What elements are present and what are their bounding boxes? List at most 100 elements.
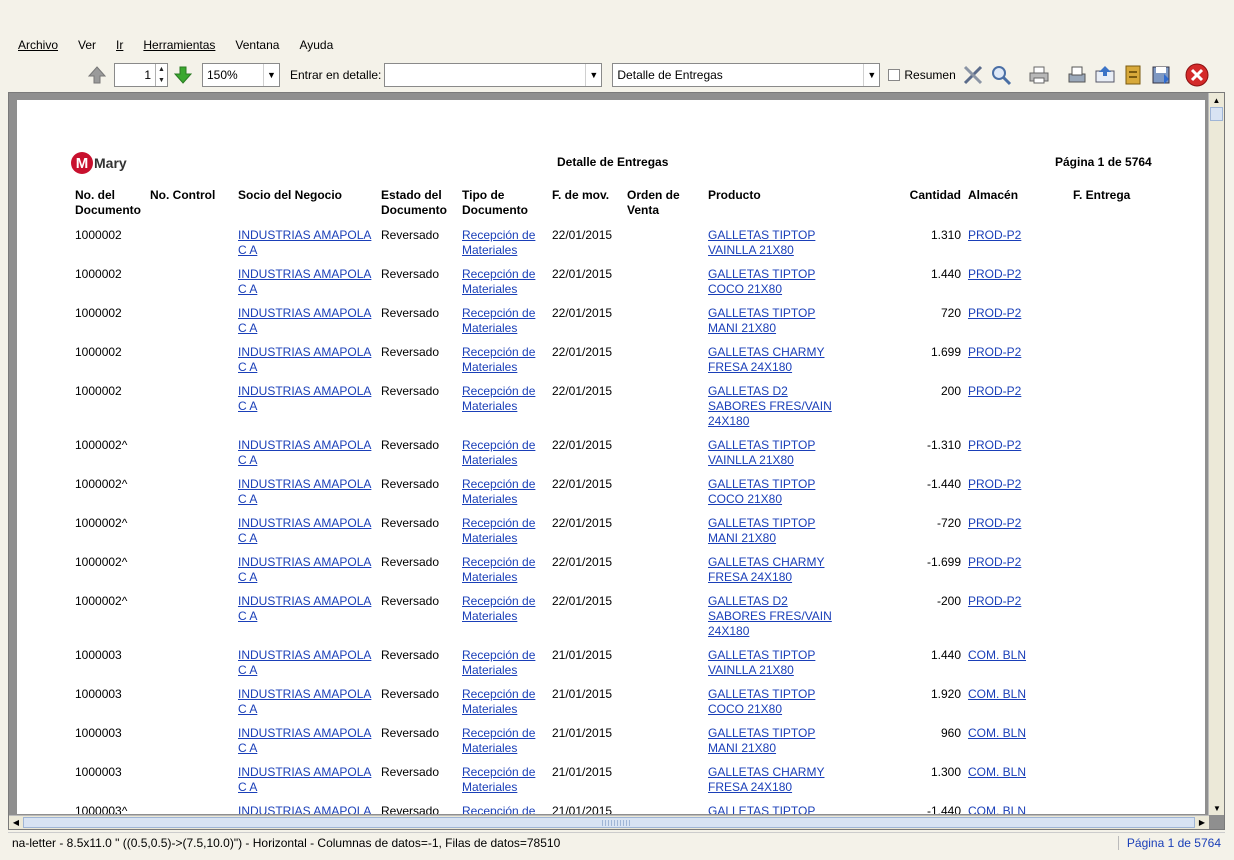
cell-partner[interactable]: INDUSTRIAS AMAPOLAC A [238, 384, 371, 414]
cell-date: 22/01/2015 [552, 306, 613, 320]
cell-warehouse[interactable]: PROD-P2 [968, 594, 1021, 609]
cell-product[interactable]: GALLETAS D2 SABORES FRES/VAIN 24X180 [708, 384, 832, 429]
cell-product[interactable]: GALLETAS TIPTOP MANI 21X80 [708, 306, 815, 336]
vertical-scroll-thumb[interactable] [1210, 107, 1223, 121]
drill-select[interactable]: ▼ [384, 63, 603, 87]
cell-product[interactable]: GALLETAS TIPTOP COCO 21X80 [708, 477, 815, 507]
page-number-spinner[interactable]: 1 ▲ ▼ [114, 63, 168, 87]
cell-product[interactable]: GALLETAS D2 SABORES FRES/VAIN 24X180 [708, 594, 832, 639]
menu-ir[interactable]: Ir [106, 38, 133, 52]
cell-product[interactable]: GALLETAS CHARMY FRESA 24X180 [708, 765, 824, 795]
vertical-scrollbar[interactable]: ▲ ▼ [1208, 93, 1224, 815]
cell-partner[interactable]: INDUSTRIAS AMAPOLAC A [238, 228, 371, 258]
cell-doctype[interactable]: Recepción deMateriales [462, 306, 535, 336]
summary-checkbox[interactable] [888, 69, 901, 81]
customize-button[interactable] [960, 62, 986, 88]
menu-ventana[interactable]: Ventana [225, 38, 289, 52]
cell-warehouse[interactable]: COM. BLN [968, 687, 1026, 702]
cell-warehouse[interactable]: COM. BLN [968, 804, 1026, 814]
cell-doctype[interactable]: Recepción deMateriales [462, 477, 535, 507]
cell-doctype[interactable]: Recepción deMateriales [462, 726, 535, 756]
cell-partner[interactable]: INDUSTRIAS AMAPOLAC A [238, 438, 371, 468]
cell-doctype[interactable]: Recepción deMateriales [462, 804, 535, 814]
cell-warehouse[interactable]: PROD-P2 [968, 267, 1021, 282]
cell-partner[interactable]: INDUSTRIAS AMAPOLAC A [238, 555, 371, 585]
cell-partner[interactable]: INDUSTRIAS AMAPOLAC A [238, 648, 371, 678]
report-select[interactable]: Detalle de Entregas ▼ [612, 63, 881, 87]
cell-product[interactable]: GALLETAS TIPTOP COCO 21X80 [708, 267, 815, 297]
cell-partner[interactable]: INDUSTRIAS AMAPOLAC A [238, 306, 371, 336]
archive-icon [1125, 65, 1141, 85]
spinner-up-icon[interactable]: ▲ [156, 64, 167, 75]
cell-doctype[interactable]: Recepción deMateriales [462, 594, 535, 624]
cell-partner[interactable]: INDUSTRIAS AMAPOLAC A [238, 594, 371, 624]
close-button[interactable] [1184, 62, 1210, 88]
cell-warehouse[interactable]: PROD-P2 [968, 228, 1021, 243]
cell-product[interactable]: GALLETAS TIPTOP COCO 21X80 [708, 687, 815, 717]
previous-page-button[interactable] [84, 62, 110, 88]
menu-herramientas[interactable]: Herramientas [133, 38, 225, 52]
cell-product[interactable]: GALLETAS CHARMY FRESA 24X180 [708, 345, 824, 375]
cell-doctype[interactable]: Recepción deMateriales [462, 765, 535, 795]
cell-product[interactable]: GALLETAS TIPTOPVAINLLA 21X80 [708, 228, 815, 258]
cell-doctype[interactable]: Recepción deMateriales [462, 648, 535, 678]
cell-line: C A [238, 399, 258, 413]
cell-warehouse[interactable]: COM. BLN [968, 726, 1026, 741]
cell-warehouse[interactable]: PROD-P2 [968, 477, 1021, 492]
cell-partner[interactable]: INDUSTRIAS AMAPOLAC A [238, 765, 371, 795]
cell-warehouse[interactable]: COM. BLN [968, 765, 1026, 780]
cell-warehouse[interactable]: PROD-P2 [968, 384, 1021, 399]
cell-doctype[interactable]: Recepción deMateriales [462, 555, 535, 585]
cell-product[interactable]: GALLETAS CHARMY FRESA 24X180 [708, 555, 824, 585]
horizontal-scrollbar[interactable]: ◀ ▶ [9, 815, 1209, 829]
chevron-down-icon[interactable]: ▼ [863, 64, 879, 86]
cell-line: SABORES FRES/VAIN [708, 609, 832, 623]
page-spinner-arrows[interactable]: ▲ ▼ [155, 64, 167, 86]
horizontal-scroll-thumb[interactable] [23, 817, 1195, 828]
print-button[interactable] [1026, 62, 1052, 88]
cell-partner[interactable]: INDUSTRIAS AMAPOLAC A [238, 516, 371, 546]
scroll-left-icon[interactable]: ◀ [9, 816, 23, 829]
cell-partner[interactable]: INDUSTRIAS AMAPOLAC A [238, 267, 371, 297]
cell-product[interactable]: GALLETAS TIPTOP MANI 21X80 [708, 726, 815, 756]
archive-button[interactable] [1120, 62, 1146, 88]
cell-warehouse[interactable]: PROD-P2 [968, 516, 1021, 531]
cell-warehouse[interactable]: COM. BLN [968, 648, 1026, 663]
send-button[interactable] [1092, 62, 1118, 88]
cell-warehouse[interactable]: PROD-P2 [968, 345, 1021, 360]
cell-warehouse[interactable]: PROD-P2 [968, 306, 1021, 321]
scroll-right-icon[interactable]: ▶ [1195, 816, 1209, 829]
menu-archivo[interactable]: Archivo [8, 38, 68, 52]
cell-doctype[interactable]: Recepción deMateriales [462, 345, 535, 375]
cell-doctype[interactable]: Recepción deMateriales [462, 687, 535, 717]
cell-doctype[interactable]: Recepción deMateriales [462, 384, 535, 414]
scroll-up-icon[interactable]: ▲ [1209, 93, 1224, 107]
cell-partner[interactable]: INDUSTRIAS AMAPOLAC A [238, 477, 371, 507]
cell-product[interactable]: GALLETAS TIPTOPVAINLLA 21X80 [708, 648, 815, 678]
cell-product[interactable]: GALLETAS TIPTOPVAINLLA 21X80 [708, 438, 815, 468]
find-button[interactable] [988, 62, 1014, 88]
chevron-down-icon[interactable]: ▼ [585, 64, 601, 86]
cell-warehouse[interactable]: PROD-P2 [968, 555, 1021, 570]
save-button[interactable] [1148, 62, 1174, 88]
cell-product[interactable]: GALLETAS TIPTOPVAINLLA 21X80 [708, 804, 815, 814]
cell-doctype[interactable]: Recepción deMateriales [462, 516, 535, 546]
cell-partner[interactable]: INDUSTRIAS AMAPOLAC A [238, 804, 371, 814]
cell-warehouse[interactable]: PROD-P2 [968, 438, 1021, 453]
cell-partner[interactable]: INDUSTRIAS AMAPOLAC A [238, 687, 371, 717]
spinner-down-icon[interactable]: ▼ [156, 75, 167, 86]
export-button[interactable] [1064, 62, 1090, 88]
next-page-button[interactable] [170, 62, 196, 88]
cell-product[interactable]: GALLETAS TIPTOP MANI 21X80 [708, 516, 815, 546]
menu-ver[interactable]: Ver [68, 38, 106, 52]
cell-doctype[interactable]: Recepción deMateriales [462, 267, 535, 297]
cell-line: Recepción de [462, 804, 536, 814]
chevron-down-icon[interactable]: ▼ [263, 64, 279, 86]
scroll-down-icon[interactable]: ▼ [1209, 801, 1225, 815]
cell-partner[interactable]: INDUSTRIAS AMAPOLAC A [238, 345, 371, 375]
cell-doctype[interactable]: Recepción deMateriales [462, 228, 535, 258]
cell-doctype[interactable]: Recepción deMateriales [462, 438, 535, 468]
cell-partner[interactable]: INDUSTRIAS AMAPOLAC A [238, 726, 371, 756]
menu-ayuda[interactable]: Ayuda [289, 38, 343, 52]
zoom-select[interactable]: 150% ▼ [202, 63, 280, 87]
